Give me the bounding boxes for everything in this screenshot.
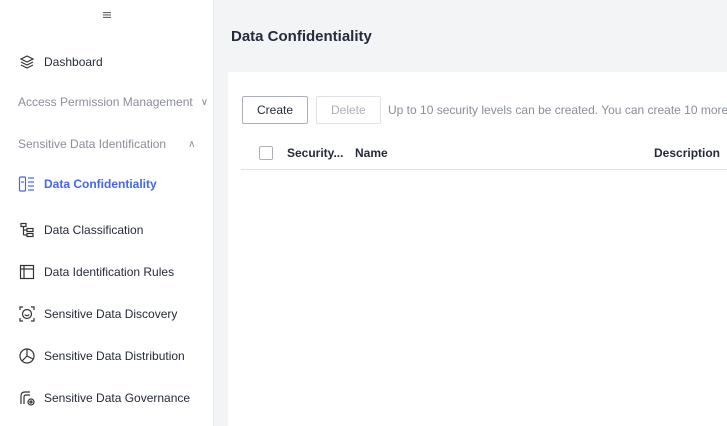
sidebar-item-label: Data Confidentiality: [44, 177, 157, 191]
sidebar-item-label: Dashboard: [44, 55, 103, 69]
chevron-up-icon: ∧: [188, 138, 196, 150]
sidebar-item-label: Data Classification: [44, 223, 144, 237]
sidebar-item-sensitive-data-discovery[interactable]: Sensitive Data Discovery: [0, 294, 214, 334]
sidebar-item-label: Data Identification Rules: [44, 265, 175, 279]
menu-icon: ≡: [101, 7, 113, 23]
column-header-security-level[interactable]: Security...: [287, 146, 343, 160]
data-discovery-icon: [18, 305, 36, 323]
sidebar-item-label: Sensitive Data Governance: [44, 391, 191, 405]
sidebar: ≡ Dashboard Access Permission Management…: [0, 0, 214, 426]
sidebar-group-access-permission[interactable]: Access Permission Management ∨: [0, 82, 214, 122]
data-governance-icon: [18, 389, 36, 407]
data-classification-icon: [18, 221, 36, 239]
sidebar-item-dashboard[interactable]: Dashboard: [0, 42, 214, 82]
sidebar-item-sensitive-data-governance[interactable]: Sensitive Data Governance: [0, 378, 214, 418]
sidebar-item-data-confidentiality[interactable]: Data Confidentiality: [0, 164, 214, 204]
sidebar-group-label: Access Permission Management: [18, 95, 193, 109]
content-panel: Create Delete Up to 10 security levels c…: [228, 72, 727, 426]
table-header: Security... Name Description: [241, 136, 727, 170]
sidebar-item-data-identification-rules[interactable]: Data Identification Rules: [0, 252, 214, 292]
quota-hint: Up to 10 security levels can be created.…: [388, 103, 727, 117]
chevron-down-icon: ∨: [200, 96, 209, 108]
sidebar-group-label: Sensitive Data Identification: [18, 137, 167, 151]
sidebar-item-data-classification[interactable]: Data Classification: [0, 210, 214, 250]
menu-collapse-button[interactable]: ≡: [0, 0, 214, 30]
create-button[interactable]: Create: [242, 96, 309, 124]
select-all-checkbox[interactable]: [259, 145, 273, 160]
sidebar-item-label: Sensitive Data Discovery: [44, 307, 178, 321]
identification-rules-icon: [18, 263, 36, 281]
page-title: Data Confidentiality: [231, 28, 372, 45]
column-header-name[interactable]: Name: [355, 146, 388, 160]
sidebar-group-sensitive-identification[interactable]: Sensitive Data Identification ∧: [0, 124, 214, 164]
data-distribution-icon: [18, 347, 36, 365]
layers-icon: [18, 53, 36, 71]
sidebar-item-sensitive-data-distribution[interactable]: Sensitive Data Distribution: [0, 336, 214, 376]
column-header-description[interactable]: Description: [654, 146, 720, 160]
delete-button[interactable]: Delete: [316, 96, 381, 124]
data-confidentiality-icon: [18, 175, 36, 193]
sidebar-item-label: Sensitive Data Distribution: [44, 349, 185, 363]
